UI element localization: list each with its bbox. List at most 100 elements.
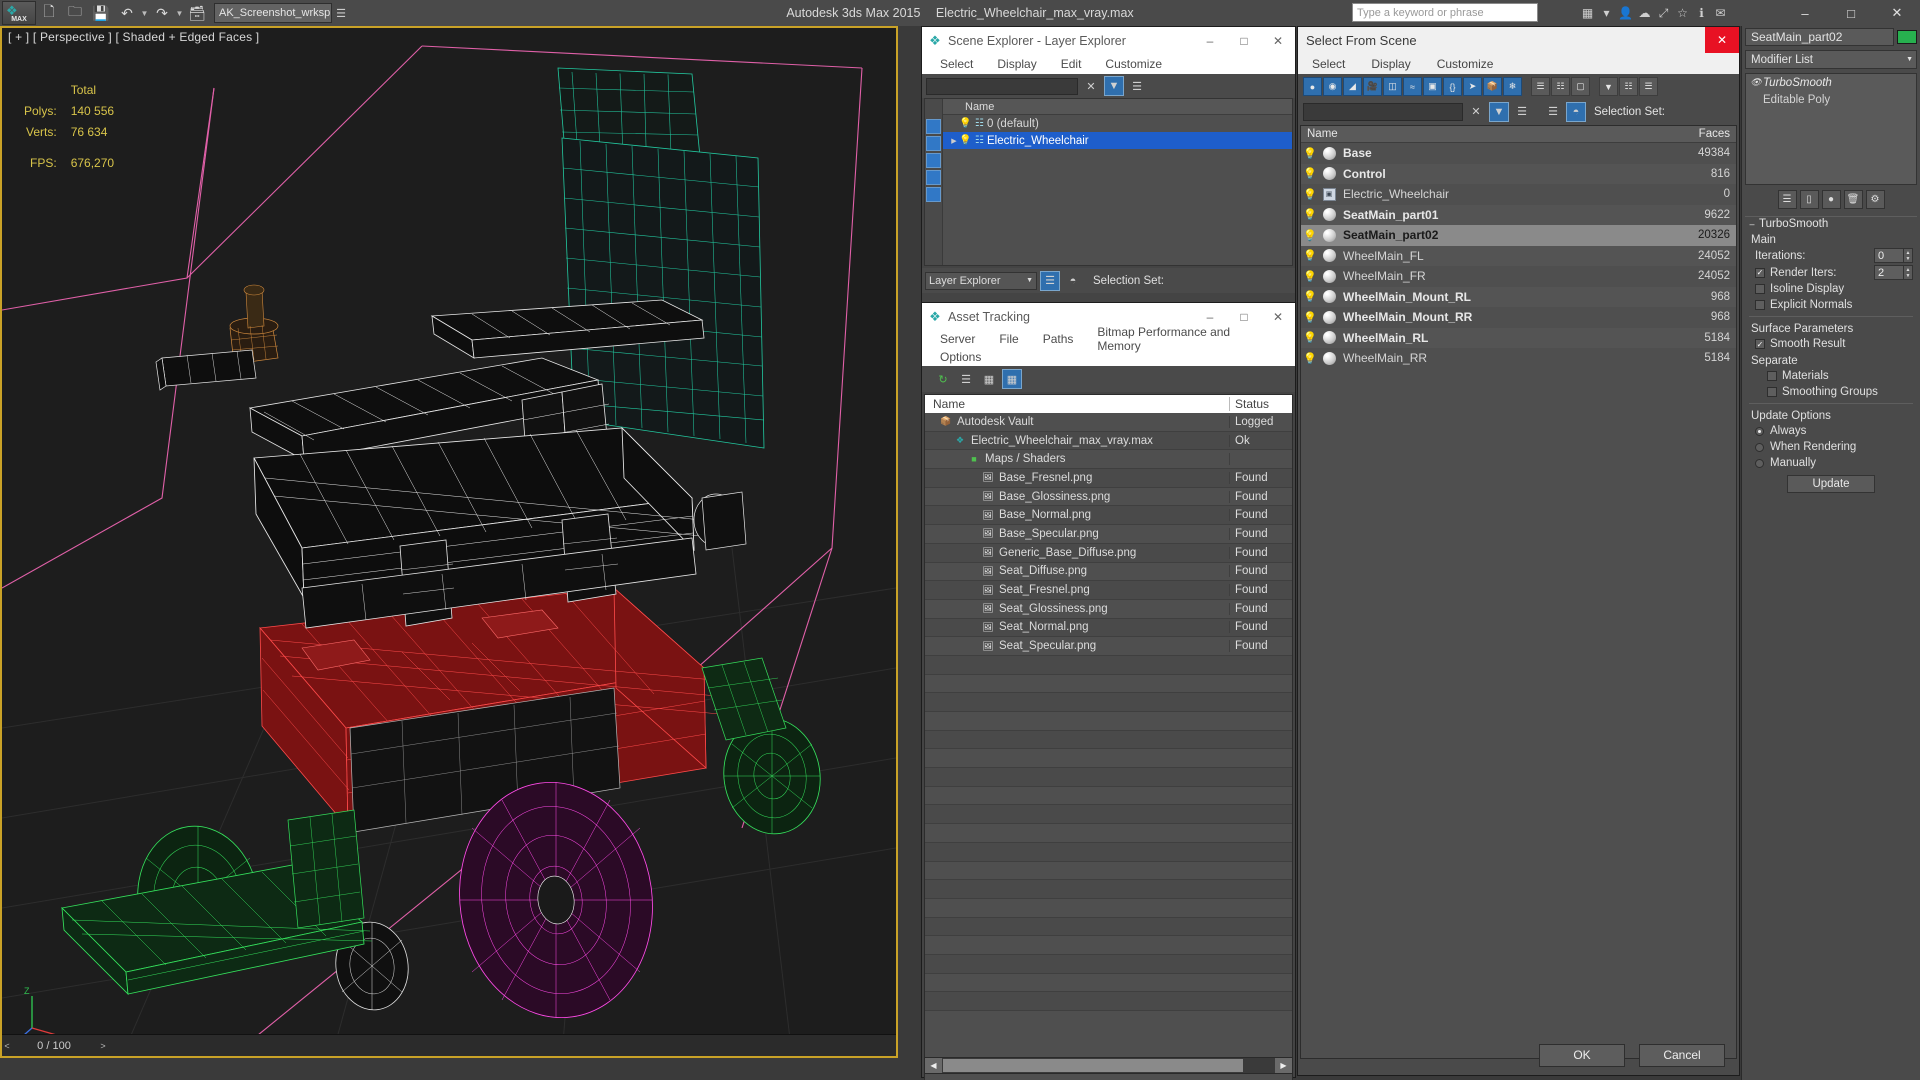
scene-col-name[interactable]: Name <box>1301 128 1678 140</box>
sort-filter-icon[interactable]: ▼ <box>1599 77 1618 96</box>
menu-edit[interactable]: Edit <box>1061 57 1082 71</box>
sidebar-tool-4-icon[interactable] <box>926 170 941 185</box>
light-bulb-icon[interactable]: 💡 <box>1301 290 1319 303</box>
layers-icon[interactable]: ☰ <box>1512 102 1532 122</box>
asset-row-empty[interactable] <box>925 787 1292 806</box>
menu-customize[interactable]: Customize <box>1105 57 1162 71</box>
update-when-rendering-radio[interactable] <box>1755 442 1764 452</box>
scene-col-faces[interactable]: Faces <box>1678 128 1736 140</box>
light-bulb-icon[interactable]: 💡 <box>959 118 972 129</box>
scroll-right-button[interactable]: ▶ <box>1275 1058 1292 1073</box>
scene-object-row[interactable]: 💡 WheelMain_Mount_RL 968 <box>1301 286 1736 307</box>
asset-tracking-grid[interactable]: Name Status 📦 Autodesk Vault Logged ❖ Electr… <box>924 394 1293 1080</box>
collapse-all-icon[interactable]: ☰ <box>1639 77 1658 96</box>
hierarchy-toggle-icon[interactable]: ◓ <box>1063 271 1083 291</box>
configure-modifier-sets-icon[interactable]: ⚙ <box>1865 189 1885 209</box>
asset-row-empty[interactable] <box>925 862 1292 881</box>
asset-row-empty[interactable] <box>925 768 1292 787</box>
iterations-spinner[interactable]: ▲▼ <box>1874 248 1913 263</box>
asset-row[interactable]: ■ Maps / Shaders <box>925 450 1292 470</box>
remove-modifier-icon[interactable]: 🗑 <box>1843 189 1863 209</box>
object-color-swatch[interactable] <box>1897 30 1917 44</box>
filter-containers-icon[interactable]: 📦 <box>1483 77 1502 96</box>
hierarchy-view-icon[interactable]: ◓ <box>1566 101 1586 122</box>
modifier-stack[interactable]: 👁 TurboSmooth Editable Poly <box>1745 73 1917 185</box>
expand-all-icon[interactable]: ☷ <box>1619 77 1638 96</box>
sign-in-icon[interactable]: 👤 <box>1616 3 1635 23</box>
command-panel[interactable]: SeatMain_part02 Modifier List ▼ 👁 TurboS… <box>1741 26 1920 1080</box>
show-end-result-icon[interactable]: ▯ <box>1799 189 1819 209</box>
menu-customize[interactable]: Customize <box>1437 57 1494 71</box>
light-bulb-icon[interactable]: 💡 <box>1301 229 1319 242</box>
asset-row[interactable]: 📦 Autodesk Vault Logged <box>925 413 1292 432</box>
filter-cameras-icon[interactable]: 🎥 <box>1363 77 1382 96</box>
update-when-rendering-row[interactable]: When Rendering <box>1745 439 1917 455</box>
cloud-icon[interactable]: ☁ <box>1635 3 1654 23</box>
menu-server[interactable]: Server <box>940 332 975 346</box>
filter-xrefs-icon[interactable]: {} <box>1443 77 1462 96</box>
scene-object-row[interactable]: 💡 SeatMain_part01 9622 <box>1301 204 1736 225</box>
asset-row[interactable]: 🖼 Seat_Glossiness.png Found <box>925 600 1292 619</box>
cancel-button[interactable]: Cancel <box>1639 1043 1725 1067</box>
menu-file[interactable]: File <box>999 332 1018 346</box>
timeline-next-button[interactable]: > <box>96 1041 110 1051</box>
update-manually-row[interactable]: Manually <box>1745 455 1917 471</box>
asset-horizontal-scrollbar[interactable]: ◀ ▶ <box>924 1057 1293 1074</box>
light-bulb-icon[interactable]: 💡 <box>1301 311 1319 324</box>
asset-row-empty[interactable] <box>925 954 1292 974</box>
asset-row[interactable]: 🖼 Seat_Fresnel.png Found <box>925 581 1292 600</box>
asset-col-name[interactable]: Name <box>925 397 1230 411</box>
layers-toggle-icon[interactable]: ☰ <box>1040 270 1060 291</box>
asset-row[interactable]: 🖼 Generic_Base_Diffuse.png Found <box>925 543 1292 563</box>
layer-column-header[interactable]: Name <box>943 99 1292 115</box>
spinner-arrows-icon[interactable]: ▲ ▼ <box>1904 248 1913 263</box>
visibility-eye-icon[interactable]: 👁 <box>1749 77 1763 88</box>
help-icon[interactable]: ℹ <box>1692 3 1711 23</box>
communication-center-icon[interactable]: ✉ <box>1711 3 1730 23</box>
asset-row-empty[interactable] <box>925 693 1292 712</box>
scroll-thumb[interactable] <box>943 1059 1243 1072</box>
scene-object-row[interactable]: 💡 WheelMain_RL 5184 <box>1301 327 1736 348</box>
perspective-viewport[interactable]: Z X Y [ + ] [ Perspective ] [ Shaded + E… <box>0 26 898 1058</box>
materials-checkbox[interactable] <box>1767 371 1777 381</box>
filter-icon[interactable]: ▼ <box>1104 76 1124 96</box>
expand-arrow-icon[interactable]: ▶ <box>949 137 959 145</box>
scene-object-row[interactable]: 💡 Control 816 <box>1301 163 1736 184</box>
explorer-mode-combo[interactable]: Layer Explorer ▼ <box>925 271 1037 290</box>
sidebar-tool-1-icon[interactable] <box>926 119 941 134</box>
asset-row-empty[interactable] <box>925 880 1292 899</box>
display-children-icon[interactable]: ☰ <box>1531 77 1550 96</box>
modifier-list-dropdown[interactable]: Modifier List ▼ <box>1745 50 1917 69</box>
modifier-stack-item-turbosmooth[interactable]: 👁 TurboSmooth <box>1746 74 1916 91</box>
menu-options[interactable]: Options <box>940 350 981 364</box>
asset-row-empty[interactable] <box>925 917 1292 937</box>
light-bulb-icon[interactable]: 💡 <box>1301 167 1319 180</box>
menu-paths[interactable]: Paths <box>1043 332 1074 346</box>
asset-row[interactable]: 🖼 Base_Normal.png Found <box>925 506 1292 526</box>
asset-row-empty[interactable] <box>925 974 1292 993</box>
display-dependents-icon[interactable]: ▢ <box>1571 77 1590 96</box>
timeline-bar[interactable]: < 0 / 100 > <box>2 1034 896 1056</box>
ok-button[interactable]: OK <box>1539 1043 1625 1067</box>
light-bulb-icon[interactable]: 💡 <box>1301 331 1319 344</box>
asset-tracking-window[interactable]: ❖ Asset Tracking – □ ✕ Server File Paths… <box>921 302 1296 1080</box>
pin-stack-icon[interactable]: ☰ <box>1777 189 1797 209</box>
rollout-header[interactable]: – TurboSmooth <box>1745 216 1917 231</box>
sidebar-tool-5-icon[interactable] <box>926 187 941 202</box>
render-iters-input[interactable] <box>1874 265 1904 280</box>
light-bulb-icon[interactable]: 💡 <box>1301 352 1319 365</box>
modifier-stack-item-editable-poly[interactable]: Editable Poly <box>1746 91 1916 108</box>
clear-find-icon[interactable]: ✕ <box>1081 76 1101 96</box>
isoline-display-row[interactable]: Isoline Display <box>1745 281 1917 297</box>
scroll-left-button[interactable]: ◀ <box>925 1058 942 1073</box>
asset-col-status[interactable]: Status <box>1230 397 1292 411</box>
layer-stack-icon[interactable]: ☰ <box>1127 76 1147 96</box>
asset-row-empty[interactable] <box>925 842 1292 862</box>
search-input[interactable]: Type a keyword or phrase <box>1352 3 1538 22</box>
light-bulb-icon[interactable]: 💡 <box>1301 188 1319 201</box>
scene-object-list[interactable]: Name Faces 💡 Base 49384 💡 Control 816 💡 ▣ Electr… <box>1300 125 1737 1059</box>
layer-explorer-close-button[interactable]: ✕ <box>1261 27 1295 54</box>
grid-view-icon[interactable]: ▦ <box>1002 369 1022 389</box>
workspace-grid-icon[interactable]: ▦ <box>1578 3 1597 23</box>
layer-find-input[interactable] <box>926 77 1078 95</box>
